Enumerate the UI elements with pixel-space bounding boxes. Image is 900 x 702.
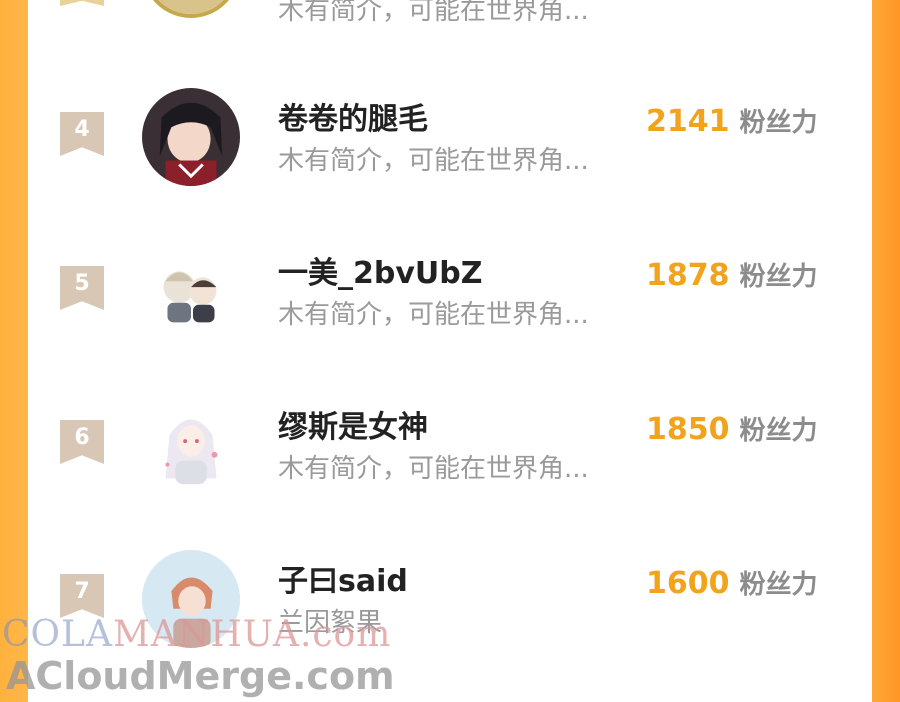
user-intro: 木有简介，可能在世界角... (278, 454, 589, 484)
rank-badge: 5 (60, 266, 104, 310)
fans-unit: 粉丝力 (739, 570, 818, 600)
watermark-acloudmerge: ACloudMerge.com (6, 654, 395, 698)
user-avatar[interactable] (142, 88, 240, 186)
ranking-panel: 木有简介，可能在世界角... 4 卷卷的腿毛 木有简介，可能在世界角... 21… (28, 0, 872, 702)
dark-hair-girl-avatar-icon (142, 88, 240, 186)
fans-power: 2141 粉丝力 (646, 102, 818, 139)
user-intro: 木有简介，可能在世界角... (278, 300, 589, 330)
rank-badge (60, 0, 104, 6)
watermark-colamanhua: COLAMANHUA.com (2, 614, 391, 655)
watermark-part: MANHUA (112, 614, 300, 655)
watermark-part: .com (299, 614, 392, 655)
fans-count: 1878 (646, 258, 730, 293)
fans-power: 1850 粉丝力 (646, 410, 818, 447)
fans-unit: 粉丝力 (739, 262, 818, 292)
fans-count: 1600 (646, 566, 730, 601)
fans-count: 2141 (646, 104, 730, 139)
chibi-couple-avatar-icon (142, 242, 240, 340)
ranking-row[interactable]: 木有简介，可能在世界角... (28, 0, 872, 72)
ranking-row[interactable]: 6 缪斯是女神 木有简介，可能在世界角... 1850 粉丝力 (28, 396, 872, 572)
user-name[interactable]: 卷卷的腿毛 (278, 94, 428, 138)
user-avatar[interactable] (142, 396, 240, 494)
user-avatar[interactable] (142, 0, 240, 18)
ranking-row[interactable]: 5 一美_2bvUbZ 木有简介，可能在世界角... 1878 粉丝力 (28, 242, 872, 418)
rank-badge: 7 (60, 574, 104, 618)
user-intro: 木有简介，可能在世界角... (278, 0, 589, 26)
fans-power: 1878 粉丝力 (646, 256, 818, 293)
user-avatar[interactable] (142, 242, 240, 340)
user-name[interactable]: 一美_2bvUbZ (278, 248, 483, 292)
user-name[interactable]: 缪斯是女神 (278, 402, 428, 446)
fans-unit: 粉丝力 (739, 108, 818, 138)
watermark-part: COLA (2, 614, 113, 655)
white-hair-girl-avatar-icon (142, 396, 240, 494)
ranking-row[interactable]: 4 卷卷的腿毛 木有简介，可能在世界角... 2141 粉丝力 (28, 88, 872, 264)
gold-frame-avatar-icon (146, 0, 236, 14)
rank-badge: 6 (60, 420, 104, 464)
fans-unit: 粉丝力 (739, 416, 818, 446)
fans-count: 1850 (646, 412, 730, 447)
rank-badge: 4 (60, 112, 104, 156)
user-intro: 木有简介，可能在世界角... (278, 146, 589, 176)
fans-power: 1600 粉丝力 (646, 564, 818, 601)
user-name[interactable]: 子曰said (278, 556, 408, 600)
